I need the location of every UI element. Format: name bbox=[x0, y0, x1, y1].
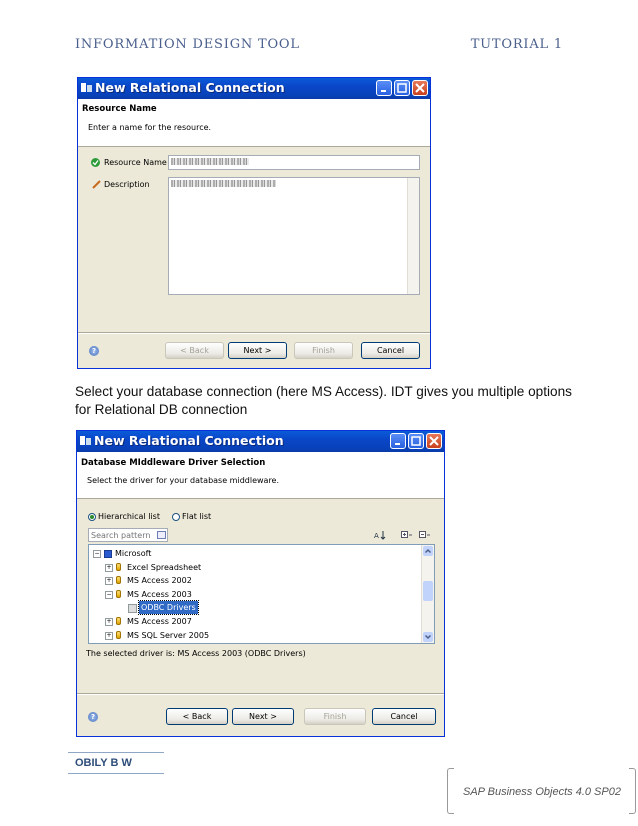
radio-hierarchical-label: Hierarchical list bbox=[98, 512, 160, 521]
close-button[interactable] bbox=[426, 433, 442, 449]
minimize-icon bbox=[381, 90, 386, 92]
radio-flat-label: Flat list bbox=[182, 512, 212, 521]
tree-row-label: Microsoft bbox=[115, 549, 152, 558]
section-description: Select the driver for your database midd… bbox=[87, 476, 280, 485]
collapse-icon[interactable]: − bbox=[105, 590, 113, 599]
collapse-all-icon[interactable] bbox=[419, 531, 431, 539]
back-button[interactable]: < Back bbox=[166, 708, 228, 725]
footer-bracket-right bbox=[629, 768, 636, 814]
driver-tree[interactable]: − Microsoft + Excel Spreadsheet + MS Access 2… bbox=[88, 544, 435, 644]
dialog-title-bar[interactable]: New Relational Connection bbox=[78, 78, 430, 99]
connection-icon bbox=[81, 83, 92, 92]
database-icon bbox=[116, 589, 121, 598]
tree-row-label: MS SQL Server 2005 bbox=[127, 630, 210, 640]
expand-icon[interactable]: + bbox=[105, 577, 113, 586]
radio-flat-list[interactable] bbox=[172, 513, 180, 521]
database-icon bbox=[116, 562, 121, 571]
sort-icon[interactable]: A bbox=[374, 530, 388, 540]
folder-icon bbox=[104, 550, 112, 558]
database-icon bbox=[116, 617, 121, 625]
wizard-header: Resource Name Enter a name for the resou… bbox=[78, 99, 430, 147]
button-separator bbox=[77, 693, 444, 695]
search-options-icon bbox=[157, 531, 166, 539]
svg-text:A: A bbox=[374, 532, 379, 540]
cancel-button[interactable]: Cancel bbox=[361, 342, 420, 359]
footer-product: SAP Business Objects 4.0 SP02 bbox=[463, 786, 621, 798]
maximize-icon bbox=[411, 436, 421, 446]
expand-all-icon[interactable] bbox=[401, 531, 413, 539]
dialog-title: New Relational Connection bbox=[94, 433, 284, 448]
search-pattern-input[interactable] bbox=[88, 528, 168, 542]
maximize-button[interactable] bbox=[394, 80, 410, 96]
resource-name-label: Resource Name bbox=[104, 158, 167, 167]
section-description: Enter a name for the resource. bbox=[88, 123, 212, 132]
scroll-down-icon[interactable] bbox=[423, 632, 433, 642]
finish-button[interactable]: Finish bbox=[294, 342, 353, 359]
document-header-tutorial: TUTORIAL 1 bbox=[470, 37, 563, 52]
help-icon[interactable]: ? bbox=[88, 712, 98, 722]
expand-icon[interactable]: + bbox=[105, 618, 113, 626]
footer-rule-top bbox=[68, 752, 164, 753]
tree-row-label: MS Access 2003 bbox=[127, 589, 192, 599]
radio-hierarchical-list[interactable] bbox=[88, 513, 96, 521]
resource-name-value-obscured bbox=[171, 158, 249, 165]
database-icon bbox=[116, 630, 121, 639]
expand-icon[interactable]: + bbox=[105, 563, 113, 572]
resource-name-input[interactable] bbox=[168, 155, 420, 170]
tree-row-label: Excel Spreadsheet bbox=[127, 562, 202, 572]
dialog-resource-name: New Relational Connection Resource Name … bbox=[77, 77, 431, 369]
minimize-icon bbox=[395, 443, 400, 445]
instruction-paragraph: Select your database connection (here MS… bbox=[75, 384, 572, 417]
dialog-title-bar[interactable]: New Relational Connection bbox=[77, 431, 444, 452]
minimize-button[interactable] bbox=[390, 433, 406, 449]
selected-driver-text: The selected driver is: MS Access 2003 (… bbox=[86, 649, 306, 658]
description-value-obscured bbox=[171, 180, 276, 187]
finish-button[interactable]: Finish bbox=[304, 708, 366, 725]
footer-rule-bottom bbox=[68, 773, 164, 774]
wizard-header: Database MIddleware Driver Selection Sel… bbox=[77, 452, 444, 499]
close-icon bbox=[415, 83, 425, 93]
document-header-title: INFORMATION DESIGN TOOL bbox=[75, 37, 300, 52]
footer-author: OBILY B W bbox=[75, 757, 132, 769]
tree-scrollbar[interactable] bbox=[421, 545, 434, 643]
section-title: Resource Name bbox=[82, 104, 157, 114]
back-button[interactable]: < Back bbox=[165, 342, 224, 359]
help-icon[interactable]: ? bbox=[89, 346, 99, 356]
description-scrollbar[interactable] bbox=[407, 178, 419, 294]
connection-icon bbox=[80, 436, 91, 445]
close-icon bbox=[429, 436, 439, 446]
check-icon bbox=[91, 158, 100, 167]
description-label: Description bbox=[104, 180, 150, 189]
pencil-icon bbox=[92, 180, 101, 189]
dialog-driver-selection: New Relational Connection Database MIddl… bbox=[76, 430, 445, 737]
section-title: Database MIddleware Driver Selection bbox=[81, 458, 266, 468]
footer-bracket-left bbox=[447, 768, 454, 814]
scroll-up-icon[interactable] bbox=[423, 546, 433, 556]
tree-row-label: ODBC Drivers bbox=[138, 600, 199, 616]
tree-row-label: MS Access 2002 bbox=[127, 576, 192, 586]
next-button[interactable]: Next > bbox=[232, 708, 294, 725]
driver-icon bbox=[128, 604, 137, 614]
tree-row-label: MS Access 2007 bbox=[127, 617, 192, 626]
scroll-thumb[interactable] bbox=[423, 581, 433, 601]
close-button[interactable] bbox=[412, 80, 428, 96]
dialog-title: New Relational Connection bbox=[95, 80, 285, 95]
minimize-button[interactable] bbox=[376, 80, 392, 96]
cancel-button[interactable]: Cancel bbox=[372, 708, 436, 725]
expand-icon[interactable]: + bbox=[105, 631, 113, 640]
next-button[interactable]: Next > bbox=[228, 342, 287, 359]
maximize-icon bbox=[397, 83, 407, 93]
collapse-icon[interactable]: − bbox=[93, 550, 101, 558]
description-textarea[interactable] bbox=[168, 177, 420, 295]
maximize-button[interactable] bbox=[408, 433, 424, 449]
button-separator bbox=[78, 332, 430, 334]
database-icon bbox=[116, 576, 121, 585]
